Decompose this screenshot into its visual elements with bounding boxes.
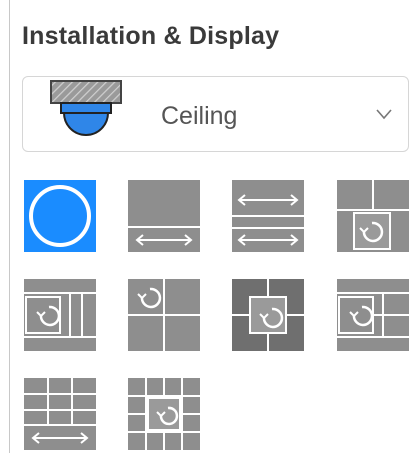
fisheye-center-eight-icon [128,378,200,450]
display-mode-fisheye-3-vertical[interactable] [24,279,96,351]
display-mode-fisheye-center-8[interactable] [128,378,200,450]
chevron-down-icon [376,109,392,120]
ceiling-camera-icon [50,80,122,136]
fisheye-center-four-icon [232,279,304,351]
display-mode-fisheye-3-quad[interactable] [128,279,200,351]
panorama-single-icon [128,180,200,252]
display-mode-panorama[interactable] [128,180,200,252]
display-mode-dual-panorama[interactable] [232,180,304,252]
display-mode-fisheye-3ptz[interactable] [337,180,409,252]
fisheye-plus-three-vertical-icon [24,279,96,351]
fisheye-plus-three-quad-icon [128,279,200,351]
panorama-dual-icon [232,180,304,252]
display-mode-fisheye[interactable] [24,180,96,252]
mount-type-select[interactable]: Ceiling [22,76,409,152]
display-mode-fisheye-6[interactable] [337,279,409,351]
panorama-plus-eight-icon [24,378,96,450]
display-mode-fisheye-center-4[interactable] [232,279,304,351]
panel-left-border [9,0,10,453]
display-mode-panorama-8[interactable] [24,378,96,450]
panel-title: Installation & Display [22,22,280,50]
mount-type-label: Ceiling [161,102,238,130]
fisheye-plus-three-icon [337,180,409,252]
fisheye-circle-icon [24,180,96,252]
fisheye-plus-six-icon [337,279,409,351]
